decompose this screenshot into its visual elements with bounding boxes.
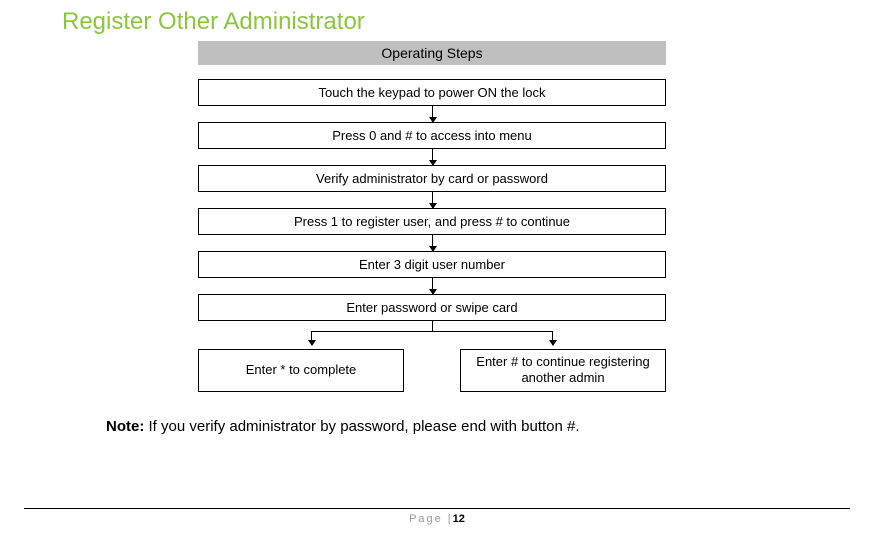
step-4: Press 1 to register user, and press # to… [198, 208, 666, 235]
arrow-down-icon [432, 149, 433, 165]
note-text: If you verify administrator by password,… [144, 418, 579, 435]
fork-options: Enter * to complete Enter # to continue … [198, 349, 666, 392]
fork-connector [198, 321, 666, 349]
fork-option-complete: Enter * to complete [198, 349, 404, 392]
flowchart: Operating Steps Touch the keypad to powe… [198, 41, 666, 392]
note-label: Note: [106, 418, 144, 435]
arrow-down-icon [432, 192, 433, 208]
footer-label: Page | [409, 513, 453, 525]
steps-header: Operating Steps [198, 41, 666, 65]
page-title: Register Other Administrator [62, 8, 874, 36]
step-3: Verify administrator by card or password [198, 165, 666, 192]
arrow-down-icon [432, 278, 433, 294]
step-6: Enter password or swipe card [198, 294, 666, 321]
page-footer: Page |12 [24, 508, 850, 525]
footer-page-number: 12 [453, 513, 465, 525]
step-1: Touch the keypad to power ON the lock [198, 79, 666, 106]
fork-option-continue: Enter # to continue registering another … [460, 349, 666, 392]
note: Note: If you verify administrator by pas… [106, 418, 874, 435]
step-5: Enter 3 digit user number [198, 251, 666, 278]
step-2: Press 0 and # to access into menu [198, 122, 666, 149]
arrow-down-icon [432, 235, 433, 251]
arrow-down-icon [432, 106, 433, 122]
